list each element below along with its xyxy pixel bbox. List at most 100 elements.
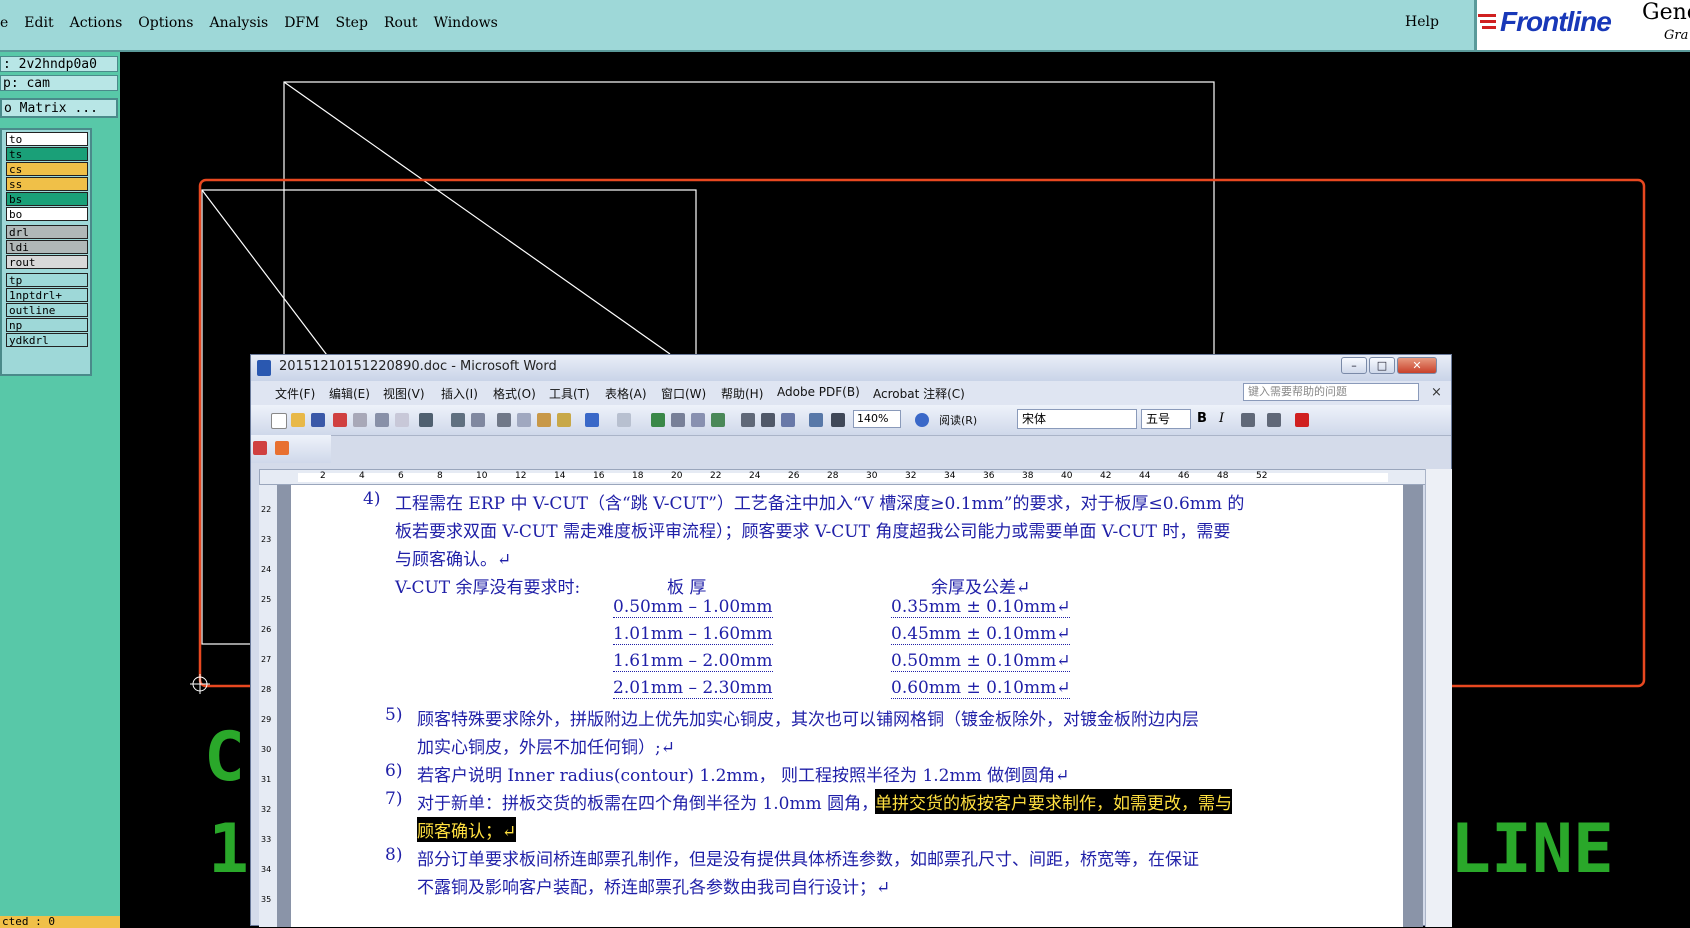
help-question-input[interactable]: 键入需要帮助的问题 bbox=[1243, 383, 1419, 401]
hyperlink-icon[interactable] bbox=[651, 413, 665, 427]
word-title-bar[interactable]: 20151210151220890.doc - Microsoft Word –… bbox=[251, 355, 1451, 381]
maximize-button[interactable]: □ bbox=[1369, 357, 1395, 374]
word-menu-file[interactable]: 文件(F) bbox=[275, 385, 315, 402]
layer-ts[interactable]: ts bbox=[6, 147, 88, 161]
open-folder-icon[interactable] bbox=[291, 413, 305, 427]
vruler-number: 28 bbox=[261, 685, 272, 694]
drawing-icon[interactable] bbox=[761, 413, 775, 427]
layer-ydkdrl[interactable]: ydkdrl bbox=[6, 333, 88, 347]
close-button[interactable]: ✕ bbox=[1397, 357, 1437, 374]
new-document-icon[interactable] bbox=[271, 413, 287, 429]
word-menu-view[interactable]: 视图(V) bbox=[383, 385, 425, 402]
word-menu-tools[interactable]: 工具(T) bbox=[549, 385, 590, 402]
convert-to-pdf-icon[interactable] bbox=[253, 441, 267, 455]
word-menu-adobe-pdf[interactable]: Adobe PDF(B) bbox=[777, 385, 860, 399]
word-menu-insert[interactable]: 插入(I) bbox=[441, 385, 478, 402]
layer-drl[interactable]: drl bbox=[6, 225, 88, 239]
vruler-number: 25 bbox=[261, 595, 272, 604]
zoom-select[interactable]: 140% bbox=[853, 410, 901, 428]
insert-excel-icon[interactable] bbox=[711, 413, 725, 427]
spelling-icon[interactable] bbox=[419, 413, 433, 427]
layer-cs[interactable]: cs bbox=[6, 162, 88, 176]
document-page[interactable]: 4) 工程需在 ERP 中 V-CUT（含“跳 V-CUT”）工艺备注中加入“V… bbox=[291, 485, 1403, 927]
menu-step[interactable]: Step bbox=[335, 15, 367, 31]
menu-analysis[interactable]: Analysis bbox=[209, 15, 268, 31]
word-menu-window[interactable]: 窗口(W) bbox=[661, 385, 706, 402]
open-matrix-button[interactable]: o Matrix ... bbox=[0, 98, 118, 118]
vruler-number: 26 bbox=[261, 625, 272, 634]
menu-options[interactable]: Options bbox=[138, 15, 193, 31]
tables-borders-icon[interactable] bbox=[671, 413, 685, 427]
word-menu-help[interactable]: 帮助(H) bbox=[721, 385, 763, 402]
align-center-icon[interactable] bbox=[1241, 413, 1255, 427]
vertical-scrollbar[interactable] bbox=[1425, 469, 1452, 927]
bold-button[interactable]: B bbox=[1197, 411, 1207, 426]
step-name-field: p: cam bbox=[0, 75, 118, 91]
font-color-icon[interactable] bbox=[1295, 413, 1309, 427]
print-icon[interactable] bbox=[375, 413, 389, 427]
translate-icon[interactable] bbox=[471, 413, 485, 427]
job-name-field: : 2v2hndp0a0 bbox=[0, 56, 118, 72]
item4-line1: 工程需在 ERP 中 V-CUT（含“跳 V-CUT”）工艺备注中加入“V 槽深… bbox=[395, 494, 1245, 514]
minimize-button[interactable]: – bbox=[1341, 357, 1367, 374]
research-icon[interactable] bbox=[451, 413, 465, 427]
read-mode-button[interactable]: 阅读(R) bbox=[939, 412, 977, 428]
layer-1nptdrl[interactable]: 1nptdrl+ bbox=[6, 288, 88, 302]
table-row-thickness: 0.50mm – 1.00mm bbox=[613, 597, 773, 618]
show-hide-icon[interactable] bbox=[809, 413, 823, 427]
close-document-icon[interactable]: × bbox=[1431, 385, 1442, 400]
canvas-text-line: LINE bbox=[1450, 810, 1614, 889]
document-map-icon[interactable] bbox=[781, 413, 795, 427]
paste-icon[interactable] bbox=[537, 413, 551, 427]
insert-table-icon[interactable] bbox=[691, 413, 705, 427]
layer-outline[interactable]: outline bbox=[6, 303, 88, 317]
word-menu-table[interactable]: 表格(A) bbox=[605, 385, 647, 402]
font-size-select[interactable]: 五号 bbox=[1141, 409, 1191, 429]
menu-file[interactable]: e bbox=[0, 15, 8, 31]
copy-icon[interactable] bbox=[517, 413, 531, 427]
item6-line1: 若客户说明 Inner radius(contour) 1.2mm， 则工程按照… bbox=[417, 766, 1070, 786]
item8-number: 8) bbox=[385, 845, 403, 865]
cut-icon[interactable] bbox=[497, 413, 511, 427]
redo-icon[interactable] bbox=[617, 413, 631, 427]
ruler-number: 14 bbox=[554, 471, 566, 481]
layer-ldi[interactable]: ldi bbox=[6, 240, 88, 254]
pdf-email-icon[interactable] bbox=[275, 441, 289, 455]
word-menu-format[interactable]: 格式(O) bbox=[493, 385, 536, 402]
email-icon[interactable] bbox=[353, 413, 367, 427]
columns-icon[interactable] bbox=[741, 413, 755, 427]
format-painter-icon[interactable] bbox=[557, 413, 571, 427]
layer-bo[interactable]: bo bbox=[6, 207, 88, 221]
print-preview-icon[interactable] bbox=[395, 413, 409, 427]
layer-rout[interactable]: rout bbox=[6, 255, 88, 269]
menu-actions[interactable]: Actions bbox=[70, 15, 123, 31]
item4-line2: 板若要求双面 V-CUT 需走难度板评审流程）；顾客要求 V-CUT 角度超我公… bbox=[395, 522, 1231, 542]
col-remain-header: 余厚及公差↵ bbox=[931, 578, 1031, 598]
menu-dfm[interactable]: DFM bbox=[284, 15, 319, 31]
horizontal-ruler[interactable]: 2 4 6 8 10 12 14 16 18 20 22 24 26 28 30 32 34 36 38 40 42 44… bbox=[259, 469, 1439, 485]
layer-ss[interactable]: ss bbox=[6, 177, 88, 191]
word-menu-edit[interactable]: 编辑(E) bbox=[329, 385, 370, 402]
word-menu-acrobat-comments[interactable]: Acrobat 注释(C) bbox=[873, 385, 965, 402]
italic-button[interactable]: I bbox=[1219, 411, 1224, 426]
menu-rout[interactable]: Rout bbox=[384, 15, 418, 31]
word-window-title: 20151210151220890.doc - Microsoft Word bbox=[279, 359, 557, 374]
table-row-thickness: 2.01mm – 2.30mm bbox=[613, 678, 773, 699]
line-spacing-icon[interactable] bbox=[1267, 413, 1281, 427]
undo-icon[interactable] bbox=[585, 413, 599, 427]
permission-icon[interactable] bbox=[333, 413, 347, 427]
font-name-select[interactable]: 宋体 bbox=[1017, 409, 1137, 429]
layer-tp[interactable]: tp bbox=[6, 273, 88, 287]
vruler-number: 30 bbox=[261, 745, 272, 754]
layer-to[interactable]: to bbox=[6, 132, 88, 146]
ink-icon[interactable] bbox=[831, 413, 845, 427]
save-icon[interactable] bbox=[311, 413, 325, 427]
vruler-number: 34 bbox=[261, 865, 272, 874]
layer-np[interactable]: np bbox=[6, 318, 88, 332]
menu-windows[interactable]: Windows bbox=[434, 15, 498, 31]
menu-edit[interactable]: Edit bbox=[24, 15, 53, 31]
layer-bs[interactable]: bs bbox=[6, 192, 88, 206]
help-icon[interactable] bbox=[915, 413, 929, 427]
menu-help[interactable]: Help bbox=[1405, 14, 1439, 30]
genesis-logo-text: Gene bbox=[1642, 0, 1690, 25]
